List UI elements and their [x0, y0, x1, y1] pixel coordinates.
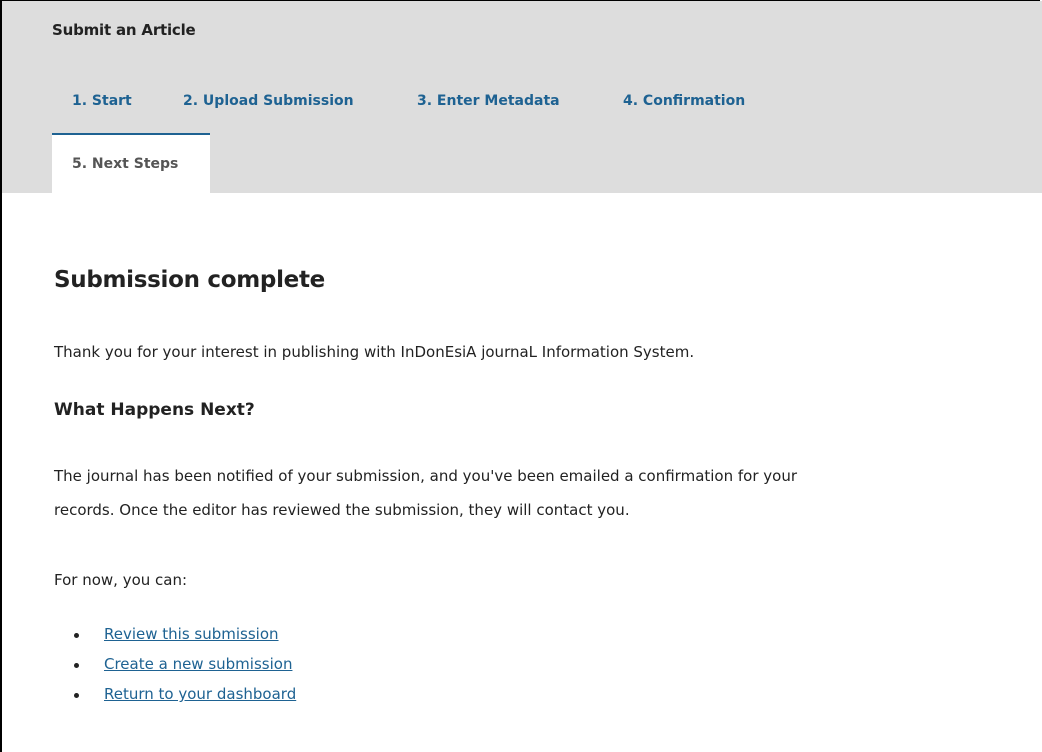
bullet-icon [74, 663, 79, 668]
review-submission-link[interactable]: Review this submission [104, 625, 279, 643]
bullet-icon [74, 633, 79, 638]
create-new-submission-link[interactable]: Create a new submission [104, 655, 292, 673]
page-title: Submit an Article [52, 21, 196, 39]
next-steps-paragraph: The journal has been notified of your su… [54, 459, 1014, 527]
tab-enter-metadata[interactable]: 3. Enter Metadata [417, 93, 560, 109]
tab-start[interactable]: 1. Start [72, 93, 132, 109]
page-frame: Submit an Article 1. Start 2. Upload Sub… [0, 0, 1042, 752]
next-steps-line-1: The journal has been notified of your su… [54, 467, 798, 485]
what-happens-next-heading: What Happens Next? [54, 400, 255, 420]
return-to-dashboard-link[interactable]: Return to your dashboard [104, 685, 296, 703]
tab-upload-submission[interactable]: 2. Upload Submission [183, 93, 354, 109]
for-now-text: For now, you can: [54, 571, 188, 589]
bullet-icon [74, 693, 79, 698]
next-steps-line-2: records. Once the editor has reviewed th… [54, 501, 630, 519]
wizard-header: Submit an Article 1. Start 2. Upload Sub… [2, 1, 1042, 193]
submission-complete-heading: Submission complete [54, 267, 325, 293]
thank-you-text: Thank you for your interest in publishin… [54, 343, 695, 361]
tab-confirmation[interactable]: 4. Confirmation [623, 93, 745, 109]
tab-next-steps[interactable]: 5. Next Steps [52, 133, 210, 193]
tab-next-steps-label: 5. Next Steps [72, 156, 179, 172]
